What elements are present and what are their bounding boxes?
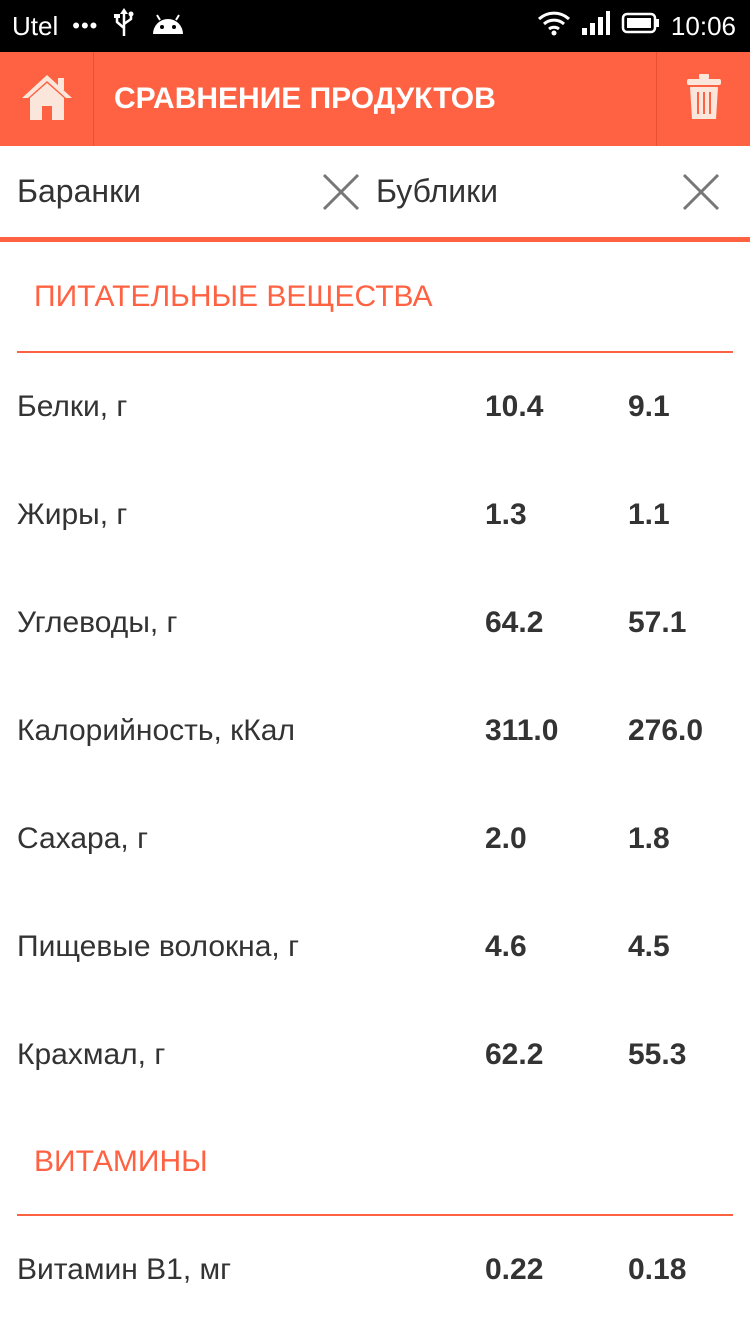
remove-product-1-button[interactable]: [320, 171, 362, 213]
page-title: СРАВНЕНИЕ ПРОДУКТОВ: [114, 82, 496, 115]
row-label: Витамин B1, мг: [17, 1253, 232, 1286]
row-label: Калорийность, кКал: [17, 714, 295, 747]
value-product-2: 1.8: [628, 822, 670, 855]
home-icon: [20, 72, 74, 127]
status-bar: Utel ••• 10:06: [0, 0, 750, 52]
product-name-1: Баранки: [17, 173, 141, 209]
value-product-2: 57.1: [628, 606, 687, 639]
usb-icon: [112, 7, 136, 45]
row-label: Углеводы, г: [17, 606, 178, 639]
table-row: Калорийность, кКал 311.0 276.0: [0, 677, 750, 785]
table-row: Белки, г 10.4 9.1: [0, 353, 750, 461]
app-bar: СРАВНЕНИЕ ПРОДУКТОВ: [0, 52, 750, 146]
notification-dots: •••: [72, 13, 99, 38]
value-product-2: 276.0: [628, 714, 704, 747]
value-product-1: 10.4: [485, 390, 544, 423]
value-product-2: 9.1: [628, 390, 670, 423]
row-label: Пищевые волокна, г: [17, 930, 300, 963]
value-product-1: 64.2: [485, 606, 544, 639]
row-label: Жиры, г: [17, 498, 128, 531]
compared-products: Баранки Бублики: [0, 146, 750, 242]
clear-comparison-button[interactable]: [656, 52, 750, 146]
close-icon: [322, 173, 360, 210]
table-row: Пищевые волокна, г 4.6 4.5: [0, 893, 750, 1001]
value-product-2: 0.18: [628, 1253, 687, 1286]
remove-product-2-button[interactable]: [680, 171, 722, 213]
table-row: Витамин B1, мг 0.22 0.18: [0, 1216, 750, 1324]
value-product-1: 1.3: [485, 498, 527, 531]
value-product-1: 62.2: [485, 1038, 544, 1071]
value-product-1: 0.22: [485, 1253, 544, 1286]
section-header-nutrients: ПИТАТЕЛЬНЫЕ ВЕЩЕСТВА: [17, 242, 733, 353]
product-slot-2: Бублики: [375, 146, 750, 237]
table-row: Крахмал, г 62.2 55.3: [0, 1001, 750, 1109]
clock: 10:06: [670, 10, 736, 41]
wifi-icon: [537, 10, 571, 43]
battery-icon: [621, 11, 661, 42]
value-product-2: 1.1: [628, 498, 670, 531]
trash-icon: [686, 73, 722, 126]
section-header-vitamins: ВИТАМИНЫ: [17, 1109, 733, 1216]
home-button[interactable]: [0, 52, 94, 146]
carrier-name: Utel: [12, 10, 59, 41]
product-slot-1: Баранки: [0, 146, 375, 237]
value-product-1: 2.0: [485, 822, 527, 855]
row-label: Крахмал, г: [17, 1038, 166, 1071]
signal-icon: [581, 10, 611, 43]
android-icon: [150, 10, 186, 43]
value-product-1: 4.6: [485, 930, 527, 963]
row-label: Сахара, г: [17, 822, 149, 855]
product-name-2: Бублики: [376, 173, 498, 209]
table-row: Углеводы, г 64.2 57.1: [0, 569, 750, 677]
table-row: Жиры, г 1.3 1.1: [0, 461, 750, 569]
comparison-list: ПИТАТЕЛЬНЫЕ ВЕЩЕСТВА Белки, г 10.4 9.1 Ж…: [0, 242, 750, 1324]
value-product-1: 311.0: [485, 714, 559, 747]
value-product-2: 55.3: [628, 1038, 687, 1071]
table-row: Сахара, г 2.0 1.8: [0, 785, 750, 893]
close-icon: [682, 173, 720, 210]
row-label: Белки, г: [17, 390, 128, 423]
value-product-2: 4.5: [628, 930, 670, 963]
